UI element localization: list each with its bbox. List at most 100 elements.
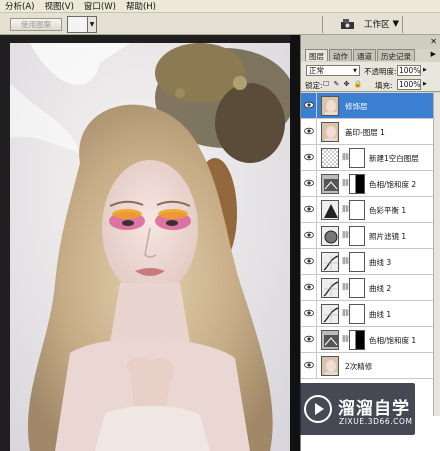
watermark-domain: ZIXUE.3D66.COM <box>339 417 413 426</box>
eye-icon <box>304 282 314 292</box>
fill-label: 填充: <box>375 81 393 90</box>
layer-thumbnail <box>321 278 339 298</box>
opacity-slider-icon[interactable]: ▶ <box>423 67 427 73</box>
use-pattern-button[interactable]: 使用图案 <box>10 18 62 31</box>
layer-row[interactable]: ⛓ 色彩平衡 1 <box>301 197 440 223</box>
layer-row[interactable]: ⛓ 照片滤镜 1 <box>301 223 440 249</box>
visibility-toggle[interactable] <box>301 119 317 145</box>
visibility-toggle[interactable] <box>301 171 317 197</box>
visibility-toggle[interactable] <box>301 197 317 223</box>
close-icon[interactable]: ✕ <box>430 37 437 46</box>
layer-name: 色彩平衡 1 <box>369 206 407 215</box>
layer-mask-thumbnail[interactable] <box>349 148 365 168</box>
visibility-toggle[interactable] <box>301 145 317 171</box>
visibility-toggle[interactable] <box>301 223 317 249</box>
visibility-toggle[interactable] <box>301 353 317 379</box>
layer-name: 色相/饱和度 1 <box>369 336 417 345</box>
layer-name: 盖印-图层 1 <box>345 128 385 137</box>
panel-title-strip: ✕ <box>301 35 440 49</box>
panel-tabs: 图层 动作 通道 历史记录 <box>301 49 440 61</box>
chevron-down-icon: ▼ <box>353 67 357 74</box>
menu-window[interactable]: 窗口(W) <box>79 0 121 12</box>
layer-row[interactable]: ⛓ 曲线 2 <box>301 275 440 301</box>
layer-thumbnail <box>321 356 339 376</box>
watermark-brand: 溜溜自学 <box>338 399 410 419</box>
layer-name: 新建1空白图层 <box>369 154 419 163</box>
blend-mode-value: 正常 <box>309 66 324 75</box>
document-canvas[interactable] <box>0 35 300 451</box>
portrait-photo <box>10 43 290 451</box>
layer-name: 曲线 1 <box>369 310 392 319</box>
fill-slider-icon[interactable]: ▶ <box>423 81 427 87</box>
layer-mask-thumbnail[interactable] <box>349 200 365 220</box>
menu-help[interactable]: 帮助(H) <box>121 0 161 12</box>
layer-row[interactable]: 修饰层 <box>301 93 440 119</box>
bridge-icon[interactable] <box>340 18 355 30</box>
portrait-image <box>10 43 290 451</box>
layer-thumbnail <box>321 304 339 324</box>
layer-thumbnail <box>321 174 339 194</box>
opacity-label: 不透明度: <box>364 67 397 76</box>
visibility-toggle[interactable] <box>301 327 317 353</box>
eye-icon <box>304 230 314 240</box>
pattern-swatch[interactable] <box>67 16 88 33</box>
lock-icons[interactable]: ☐ ✎ ✥ 🔒 <box>323 80 363 88</box>
tab-history[interactable]: 历史记录 <box>377 49 415 61</box>
lock-label: 锁定: <box>305 81 323 90</box>
watermark: 溜溜自学 ZIXUE.3D66.COM <box>297 383 415 435</box>
layer-thumbnail <box>321 330 339 350</box>
eye-icon <box>304 152 314 162</box>
layer-row[interactable]: ⛓ 新建1空白图层 <box>301 145 440 171</box>
toolbar-divider <box>402 16 403 33</box>
visibility-toggle[interactable] <box>301 275 317 301</box>
layers-scrollbar[interactable] <box>433 93 440 416</box>
workspace-label: 工作区 <box>364 20 390 30</box>
layer-mask-thumbnail[interactable] <box>349 252 365 272</box>
layer-row[interactable]: ⛓ 色相/饱和度 2 <box>301 171 440 197</box>
menu-bar: 分析(A) 视图(V) 窗口(W) 帮助(H) <box>0 0 440 13</box>
layer-name: 修饰层 <box>345 102 368 111</box>
workspace-menu[interactable]: 工作区 ▼ <box>364 18 399 30</box>
layer-mask-thumbnail[interactable] <box>349 226 365 246</box>
layer-mask-thumbnail[interactable] <box>349 304 365 324</box>
toolbar-divider <box>322 16 323 33</box>
blend-mode-select[interactable]: 正常 ▼ <box>306 65 360 76</box>
eye-icon <box>304 360 314 370</box>
blend-row: 正常 ▼ 不透明度: 100% ▶ <box>301 62 440 78</box>
layer-name: 2次精修 <box>345 362 373 371</box>
visibility-toggle[interactable] <box>301 249 317 275</box>
lock-row: 锁定: ☐ ✎ ✥ 🔒 填充: 100% ▶ <box>301 78 440 92</box>
eye-icon <box>304 178 314 188</box>
layer-name: 曲线 2 <box>369 284 392 293</box>
options-bar: 使用图案 ▼ 工作区 ▼ <box>0 13 440 35</box>
pattern-dropdown-icon[interactable]: ▼ <box>88 16 97 33</box>
menu-view[interactable]: 视图(V) <box>39 0 78 12</box>
play-logo-icon <box>304 395 332 423</box>
layer-name: 照片滤镜 1 <box>369 232 407 241</box>
tab-actions[interactable]: 动作 <box>329 49 352 61</box>
eye-icon <box>304 308 314 318</box>
layer-row[interactable]: 2次精修 <box>301 353 440 379</box>
layer-row[interactable]: ⛓ 色相/饱和度 1 <box>301 327 440 353</box>
layer-mask-thumbnail[interactable] <box>349 278 365 298</box>
layer-mask-thumbnail[interactable] <box>349 174 365 194</box>
layer-row[interactable]: ⛓ 曲线 1 <box>301 301 440 327</box>
visibility-toggle[interactable] <box>301 93 317 119</box>
layer-thumbnail <box>321 226 339 246</box>
fill-input[interactable]: 100% <box>397 79 421 90</box>
panel-menu-icon[interactable]: ▶ <box>431 50 436 58</box>
menu-analysis[interactable]: 分析(A) <box>0 0 39 12</box>
eye-icon <box>304 126 314 136</box>
layer-row[interactable]: 盖印-图层 1 <box>301 119 440 145</box>
layer-thumbnail <box>321 122 339 142</box>
eye-icon <box>304 334 314 344</box>
tab-layers[interactable]: 图层 <box>305 49 328 61</box>
visibility-toggle[interactable] <box>301 301 317 327</box>
layer-row[interactable]: ⛓ 曲线 3 <box>301 249 440 275</box>
layer-thumbnail <box>321 148 339 168</box>
tab-channels[interactable]: 通道 <box>353 49 376 61</box>
opacity-input[interactable]: 100% <box>397 65 421 76</box>
layer-thumbnail <box>321 200 339 220</box>
layer-name: 色相/饱和度 2 <box>369 180 417 189</box>
layer-mask-thumbnail[interactable] <box>349 330 365 350</box>
